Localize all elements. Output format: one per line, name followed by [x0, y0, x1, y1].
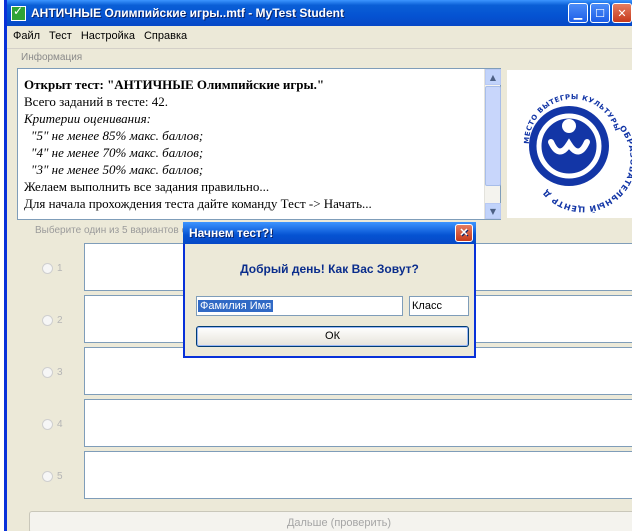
window-title: АНТИЧНЫЕ Олимпийские игры..mtf - MyTest … [31, 6, 344, 20]
info-scrollbar[interactable]: ▲ ▼ [484, 69, 501, 219]
info-panel: Открыт тест: "АНТИЧНЫЕ Олимпийские игры.… [17, 68, 501, 220]
dialog-close-button[interactable]: ✕ [455, 224, 473, 242]
answer-row: 4 [28, 396, 632, 448]
name-input[interactable]: Фамилия Имя [196, 296, 403, 316]
answer-radio-1[interactable]: 1 [42, 263, 63, 274]
menu-file[interactable]: Файл [10, 28, 46, 44]
answer-number: 4 [57, 419, 63, 430]
minimize-button[interactable]: ▁ [568, 3, 588, 23]
close-icon: ✕ [617, 6, 627, 20]
answer-number: 1 [57, 263, 63, 274]
minimize-icon: ▁ [573, 6, 583, 20]
answer-radio-3[interactable]: 3 [42, 367, 63, 378]
menu-settings[interactable]: Настройка [78, 28, 141, 44]
criteria-5: "5" не менее 85% макс. баллов; [31, 128, 204, 143]
radio-circle-icon [42, 263, 53, 274]
app-icon [11, 4, 26, 21]
answer-radio-5[interactable]: 5 [42, 471, 63, 482]
radio-circle-icon [42, 419, 53, 430]
chevron-up-icon: ▲ [489, 72, 497, 82]
criteria-4: "4" не менее 70% макс. баллов; [31, 145, 204, 160]
radio-circle-icon [42, 471, 53, 482]
ok-button[interactable]: ОК [196, 326, 469, 347]
scroll-thumb[interactable] [485, 86, 501, 186]
answer-row: 5 [28, 448, 632, 500]
center-logo: МЕСТО ВЫТЕГРЫ КУЛЬТУРЫ ОБРАЗОВАТЕЛЬНЫЙ Ц… [503, 63, 632, 218]
answer-number: 3 [57, 367, 63, 378]
answer-radio-2[interactable]: 2 [42, 315, 63, 326]
menu-test[interactable]: Тест [46, 28, 78, 44]
info-text: Открыт тест: "АНТИЧНЫЕ Олимпийские игры.… [24, 76, 372, 212]
answer-field-5[interactable] [84, 451, 632, 499]
menu-bar: Файл Тест Настройка Справка [7, 26, 632, 46]
task-count: Всего заданий в тесте: 42. [24, 94, 169, 109]
answer-radio-4[interactable]: 4 [42, 419, 63, 430]
answer-number: 2 [57, 315, 63, 326]
next-check-button[interactable]: Дальше (проверить) [29, 511, 632, 531]
class-input[interactable]: Класс [409, 296, 469, 316]
info-section-label: Информация [7, 48, 632, 66]
maximize-icon: ☐ [595, 6, 605, 20]
instruction-text: Для начала прохождения теста дайте коман… [24, 196, 372, 211]
answer-hint: Выберите один из 5 вариантов о [35, 225, 188, 236]
close-icon: ✕ [459, 227, 469, 239]
criteria-title: Критерии оценивания: [24, 111, 151, 126]
wish-text: Желаем выполнить все задания правильно..… [24, 179, 270, 194]
name-input-value: Фамилия Имя [198, 300, 274, 312]
dialog-title-bar[interactable]: Начнем тест?! ✕ [183, 222, 476, 244]
scroll-down-arrow[interactable]: ▼ [485, 203, 501, 219]
criteria-3: "3" не менее 50% макс. баллов; [31, 162, 204, 177]
dialog-greeting: Добрый день! Как Вас Зовут? [240, 262, 419, 276]
chevron-down-icon: ▼ [489, 206, 497, 216]
opened-prefix: Открыт тест: [24, 77, 108, 92]
radio-circle-icon [42, 367, 53, 378]
radio-circle-icon [42, 315, 53, 326]
title-bar[interactable]: АНТИЧНЫЕ Олимпийские игры..mtf - MyTest … [7, 0, 632, 26]
test-name: "АНТИЧНЫЕ Олимпийские игры." [107, 77, 325, 92]
maximize-button[interactable]: ☐ [590, 3, 610, 23]
close-button[interactable]: ✕ [612, 3, 632, 23]
answer-number: 5 [57, 471, 63, 482]
answer-field-4[interactable] [84, 399, 632, 447]
window-controls: ▁ ☐ ✕ [568, 3, 632, 23]
dialog-title: Начнем тест?! [189, 226, 274, 240]
menu-help[interactable]: Справка [141, 28, 193, 44]
scroll-up-arrow[interactable]: ▲ [485, 69, 501, 85]
start-test-dialog: Начнем тест?! ✕ Добрый день! Как Вас Зов… [183, 222, 476, 358]
logo-emblem-icon: МЕСТО ВЫТЕГРЫ КУЛЬТУРЫ ОБРАЗОВАТЕЛЬНЫЙ Ц… [503, 63, 632, 215]
